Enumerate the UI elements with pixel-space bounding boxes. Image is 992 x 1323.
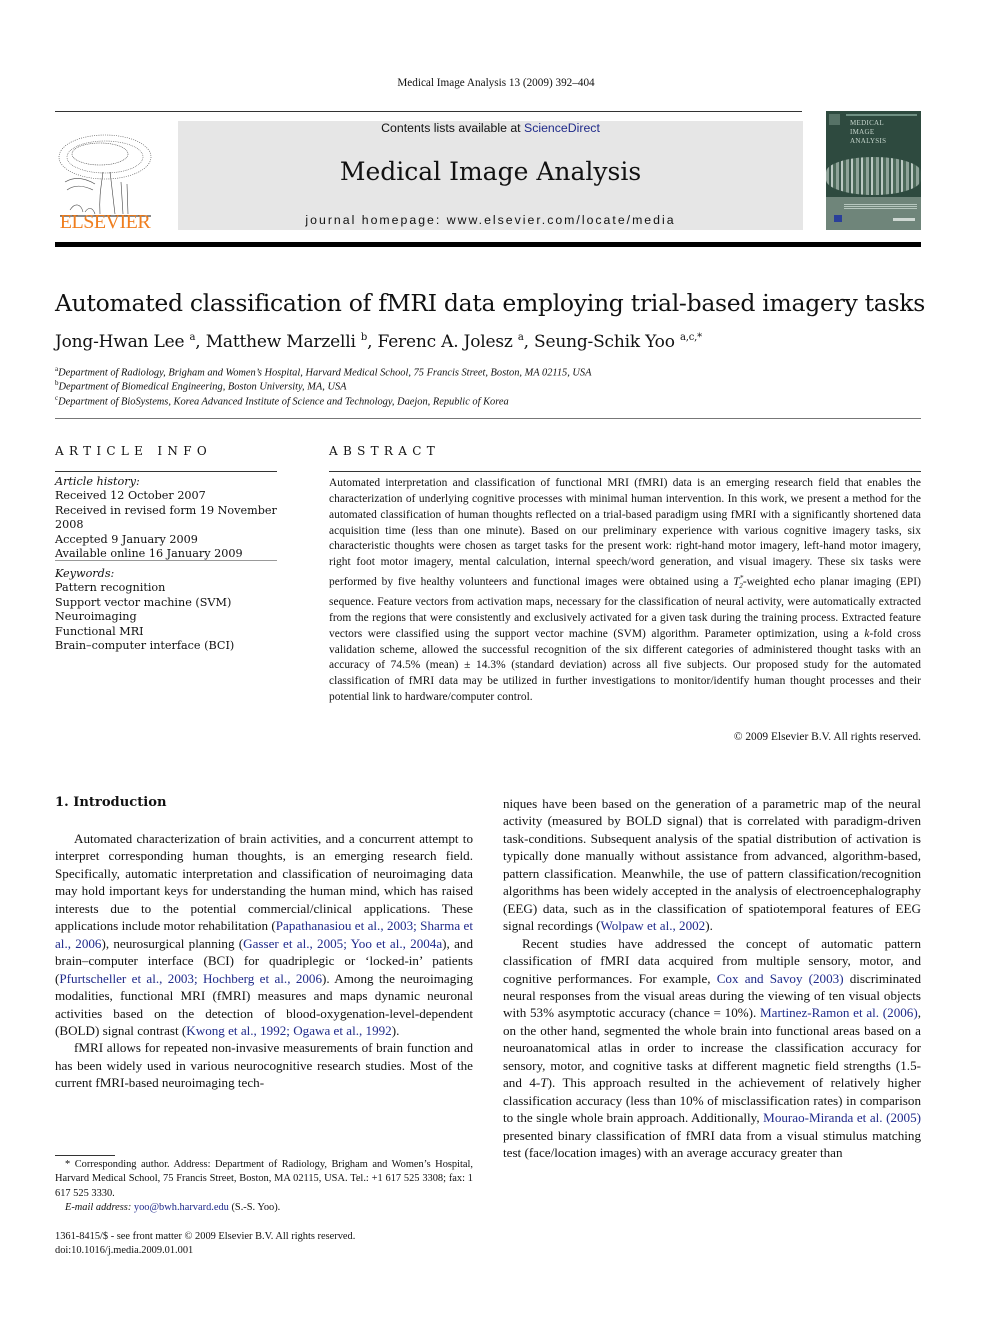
section-heading-introduction: 1. Introduction <box>55 795 167 810</box>
author-affil-mark: a <box>189 332 196 343</box>
author-name[interactable]: Jong-Hwan Lee <box>55 332 185 352</box>
email-suffix: (S.-S. Yoo). <box>228 1201 281 1213</box>
keywords-label: Keywords: <box>55 567 115 580</box>
affiliation-rule <box>55 418 921 419</box>
author-affil-mark: b <box>360 332 368 343</box>
citation-link[interactable]: Cox and Savoy (2003) <box>717 971 844 986</box>
cover-miccai-logo <box>834 215 842 222</box>
author-name[interactable]: Seung-Schik Yoo <box>534 332 675 352</box>
sciencedirect-link[interactable]: ScienceDirect <box>524 121 600 135</box>
text-run: niques have been based on the generation… <box>503 796 921 934</box>
journal-cover-image: MEDICAL IMAGE ANALYSIS <box>826 111 921 230</box>
abstract-rule <box>329 471 921 472</box>
citation-link[interactable]: Wolpaw et al., 2002 <box>600 918 705 933</box>
cover-sciencedirect-logo <box>893 218 915 221</box>
citation-link[interactable]: Gasser et al., 2005; Yoo et al., 2004a <box>243 936 442 951</box>
abstract-segment: Automated interpretation and classificat… <box>329 477 921 588</box>
text-run: ). <box>391 1022 400 1038</box>
affiliation: cDepartment of BioSystems, Korea Advance… <box>55 394 509 407</box>
history-item: Received in revised form 19 November 200… <box>55 503 277 532</box>
contents-prefix: Contents lists available at <box>381 121 524 135</box>
author-affil-mark: a,c,* <box>679 332 702 343</box>
affiliation-text: Department of Biomedical Engineering, Bo… <box>58 381 347 393</box>
italic-symbol: T <box>540 1075 548 1091</box>
affiliation-text: Department of Radiology, Brigham and Wom… <box>58 367 592 379</box>
cover-brain-image <box>826 157 921 195</box>
history-item: Accepted 9 January 2009 <box>55 532 198 546</box>
header-thick-rule <box>55 242 921 247</box>
affiliation-text: Department of BioSystems, Korea Advanced… <box>58 396 509 408</box>
footnote-rule <box>55 1155 115 1156</box>
article-info-heading: ARTICLE INFO <box>55 444 212 458</box>
cover-title: MEDICAL IMAGE ANALYSIS <box>850 119 886 146</box>
keyword-item: Support vector machine (SVM) <box>55 595 232 609</box>
running-head: Medical Image Analysis 13 (2009) 392–404 <box>397 77 595 89</box>
cover-title-line: IMAGE <box>850 128 875 136</box>
cover-band <box>846 114 917 116</box>
citation-link[interactable]: Pfurtscheller et al., 2003; Hochberg et … <box>59 971 322 986</box>
author-name[interactable]: Matthew Marzelli <box>206 332 356 352</box>
article-info-rule <box>55 471 277 472</box>
keyword-item: Pattern recognition <box>55 581 166 595</box>
body-column-right: niques have been based on the generation… <box>503 795 921 1162</box>
intro-paragraph-1: Automated characterization of brain acti… <box>55 830 473 1039</box>
email-label: E-mail address: <box>65 1201 134 1213</box>
keyword-item: Brain–computer interface (BCI) <box>55 639 235 653</box>
abstract-heading: ABSTRACT <box>329 444 440 458</box>
affiliation: bDepartment of Biomedical Engineering, B… <box>55 379 347 392</box>
doi-line[interactable]: doi:10.1016/j.media.2009.01.001 <box>55 1244 355 1258</box>
email-link[interactable]: yoo@bwh.harvard.edu <box>134 1202 229 1213</box>
citation-link[interactable]: Mourao-Miranda et al. (2005) <box>763 1110 921 1125</box>
t2-symbol: T*2 <box>733 574 743 590</box>
front-matter: 1361-8415/$ - see front matter © 2009 El… <box>55 1230 355 1259</box>
abstract-copyright: © 2009 Elsevier B.V. All rights reserved… <box>733 731 921 743</box>
abstract-text: Automated interpretation and classificat… <box>329 476 921 706</box>
contents-line: Contents lists available at ScienceDirec… <box>178 121 803 135</box>
author-name[interactable]: Ferenc A. Jolesz <box>378 332 513 352</box>
text-run: fMRI allows for repeated non-invasive me… <box>55 1040 473 1091</box>
article-history-label: Article history: <box>55 475 140 488</box>
citation-link[interactable]: Martinez-Ramon et al. (2006) <box>760 1005 918 1020</box>
history-item: Received 12 October 2007 <box>55 489 206 503</box>
cover-title-line: ANALYSIS <box>850 137 887 145</box>
author-list: Jong-Hwan Lee a, Matthew Marzelli b, Fer… <box>55 332 702 352</box>
cover-publisher-logo <box>829 114 840 125</box>
keywords: Keywords: Pattern recognition Support ve… <box>55 567 285 653</box>
header-rule <box>55 111 802 112</box>
intro-paragraph-3: Recent studies have addressed the concep… <box>503 935 921 1162</box>
corresponding-author-text: * Corresponding author. Address: Departm… <box>55 1159 473 1199</box>
intro-paragraph-2: fMRI allows for repeated non-invasive me… <box>55 1039 473 1091</box>
author-affil-mark: a <box>517 332 524 343</box>
journal-title: Medical Image Analysis <box>339 157 642 186</box>
text-run: ). <box>705 918 713 934</box>
corresponding-author-footnote: * Corresponding author. Address: Departm… <box>55 1158 473 1215</box>
issn-line: 1361-8415/$ - see front matter © 2009 El… <box>55 1231 356 1242</box>
keywords-rule <box>55 560 277 561</box>
journal-homepage[interactable]: journal homepage: www.elsevier.com/locat… <box>178 213 803 227</box>
text-run: ), neurosurgical planning ( <box>101 935 244 951</box>
cover-description <box>844 204 917 210</box>
text-run: presented binary classification of fMRI … <box>503 1127 921 1161</box>
citation-link[interactable]: Kwong et al., 1992; Ogawa et al., 1992 <box>186 1023 391 1038</box>
article-history: Article history: Received 12 October 200… <box>55 475 285 561</box>
article-title: Automated classification of fMRI data em… <box>55 289 925 317</box>
cover-lower-panel <box>826 197 921 230</box>
keyword-item: Neuroimaging <box>55 610 137 624</box>
intro-paragraph-2-continued: niques have been based on the generation… <box>503 795 921 935</box>
cover-title-line: MEDICAL <box>850 119 884 127</box>
elsevier-wordmark: ELSEVIER <box>59 211 151 233</box>
affiliation: aDepartment of Radiology, Brigham and Wo… <box>55 365 591 378</box>
body-column-left: Automated characterization of brain acti… <box>55 830 473 1092</box>
keyword-item: Functional MRI <box>55 624 144 638</box>
